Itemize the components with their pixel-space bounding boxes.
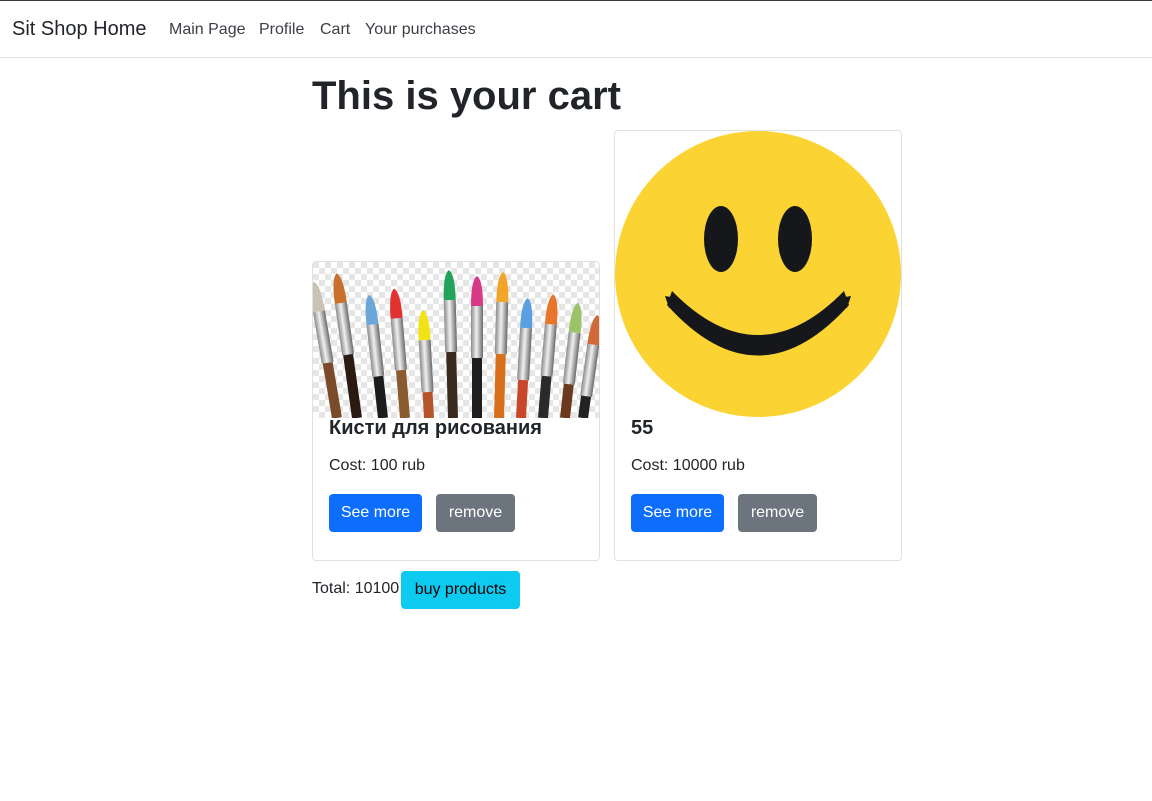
nav-link-your-purchases[interactable]: Your purchases — [365, 21, 476, 39]
card-body: 55 Cost: 10000 rub See more remove — [631, 417, 885, 544]
see-more-button[interactable]: See more — [631, 494, 724, 532]
product-cost: Cost: 100 rub — [329, 457, 426, 474]
navbar: Sit Shop Home Main Page Profile Cart You… — [0, 1, 1152, 58]
nav-link-main-page[interactable]: Main Page — [169, 21, 246, 39]
remove-button[interactable]: remove — [738, 494, 817, 532]
product-card: Кисти для рисования Cost: 100 rub See mo… — [312, 261, 600, 561]
product-title: 55 — [631, 417, 654, 439]
product-title: Кисти для рисования — [329, 417, 542, 439]
product-card: 55 Cost: 10000 rub See more remove — [614, 130, 902, 561]
navbar-brand[interactable]: Sit Shop Home — [12, 18, 147, 41]
nav-link-cart[interactable]: Cart — [320, 21, 350, 39]
cart-total: Total: 10100 — [312, 580, 400, 597]
paint-brushes-image — [313, 262, 599, 418]
card-body: Кисти для рисования Cost: 100 rub See mo… — [329, 417, 583, 544]
product-cost: Cost: 10000 rub — [631, 457, 745, 474]
page-title: This is your cart — [312, 74, 621, 118]
see-more-button[interactable]: See more — [329, 494, 422, 532]
smiley-face-image — [615, 131, 901, 418]
nav-link-profile[interactable]: Profile — [259, 21, 304, 39]
buy-products-button[interactable]: buy products — [401, 571, 520, 609]
remove-button[interactable]: remove — [436, 494, 515, 532]
